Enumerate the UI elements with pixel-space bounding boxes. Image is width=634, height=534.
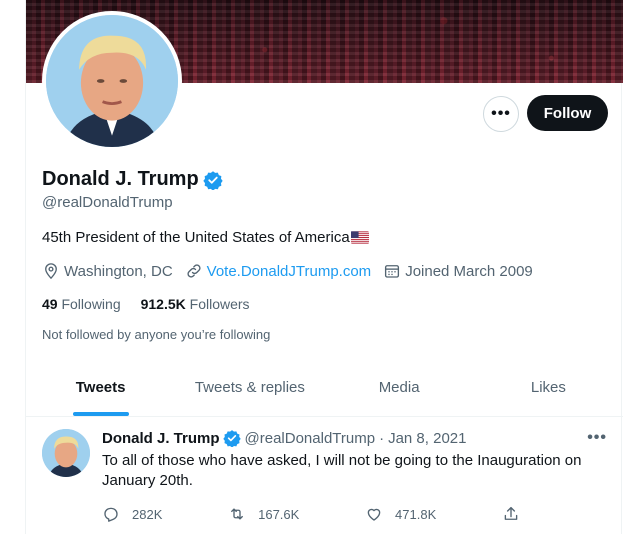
us-flag-icon <box>350 231 369 244</box>
reply-icon <box>104 507 118 522</box>
profile-stats: 49 Following 912.5K Followers <box>42 296 270 312</box>
profile-location: Washington, DC <box>42 262 173 280</box>
profile-handle: @realDonaldTrump <box>42 194 173 211</box>
profile-bio-text: 45th President of the United States of A… <box>42 229 350 246</box>
tweet-item[interactable]: Donald J. Trump @realDonaldTrump · Jan 8… <box>26 417 623 534</box>
tweet-text: To all of those who have asked, I will n… <box>102 452 582 489</box>
reply-count: 282K <box>132 506 163 522</box>
location-text: Washington, DC <box>64 262 173 280</box>
profile-name: Donald J. Trump <box>42 168 223 191</box>
profile-tabs: Tweets Tweets & replies Media Likes <box>26 366 623 417</box>
like-icon <box>367 508 381 521</box>
retweet-button[interactable]: 167.6K <box>228 505 299 523</box>
followers-stat[interactable]: 912.5K Followers <box>141 296 250 312</box>
following-count: 49 <box>42 296 58 312</box>
like-count: 471.8K <box>395 506 437 522</box>
profile-meta: Washington, DC Vote.DonaldJTrump.com Joi… <box>42 262 545 280</box>
website-link[interactable]: Vote.DonaldJTrump.com <box>207 263 372 280</box>
tweet-actions: 282K 167.6K 471.8K <box>102 505 532 523</box>
tab-media[interactable]: Media <box>325 366 474 416</box>
retweet-count: 167.6K <box>258 506 300 522</box>
profile-name-text: Donald J. Trump <box>42 168 199 190</box>
tweet-separator: · <box>379 429 385 447</box>
location-pin-icon <box>45 263 57 280</box>
followers-count: 912.5K <box>140 296 186 312</box>
following-label: Following <box>61 296 121 312</box>
tweet-author-handle[interactable]: @realDonaldTrump <box>245 430 376 447</box>
tab-tweets[interactable]: Tweets <box>26 366 175 416</box>
profile-avatar-image <box>46 15 178 147</box>
more-options-button[interactable]: ••• <box>483 96 519 132</box>
retweet-icon <box>231 508 244 520</box>
profile-website[interactable]: Vote.DonaldJTrump.com <box>185 262 372 280</box>
link-icon <box>187 264 201 278</box>
verified-badge-icon <box>222 430 241 447</box>
tweet-avatar[interactable] <box>42 429 90 477</box>
reply-button[interactable]: 282K <box>102 505 162 523</box>
joined-text: Joined March 2009 <box>405 262 533 280</box>
not-followed-notice: Not followed by anyone you’re following <box>42 327 271 342</box>
tab-tweets-replies[interactable]: Tweets & replies <box>175 366 324 416</box>
tab-likes[interactable]: Likes <box>474 366 623 416</box>
profile-frame: ••• Follow Donald J. Trump @realDonaldTr… <box>25 0 623 534</box>
profile-bio: 45th President of the United States of A… <box>42 229 369 246</box>
followers-label: Followers <box>189 296 250 312</box>
share-button[interactable] <box>502 505 532 523</box>
follow-button[interactable]: Follow <box>527 95 608 131</box>
tweet-author-name[interactable]: Donald J. Trump <box>102 430 220 447</box>
following-stat[interactable]: 49 Following <box>42 296 121 312</box>
share-icon <box>504 506 518 520</box>
profile-joined: Joined March 2009 <box>383 262 533 280</box>
like-button[interactable]: 471.8K <box>365 505 436 523</box>
tweet-date[interactable]: Jan 8, 2021 <box>388 430 466 447</box>
tweet-avatar-image <box>42 429 90 477</box>
tweet-header: Donald J. Trump @realDonaldTrump · Jan 8… <box>102 429 466 447</box>
profile-avatar[interactable] <box>42 11 182 151</box>
calendar-icon <box>385 265 400 278</box>
verified-badge-icon[interactable] <box>203 170 223 190</box>
tweet-more-button[interactable]: ••• <box>587 429 607 447</box>
